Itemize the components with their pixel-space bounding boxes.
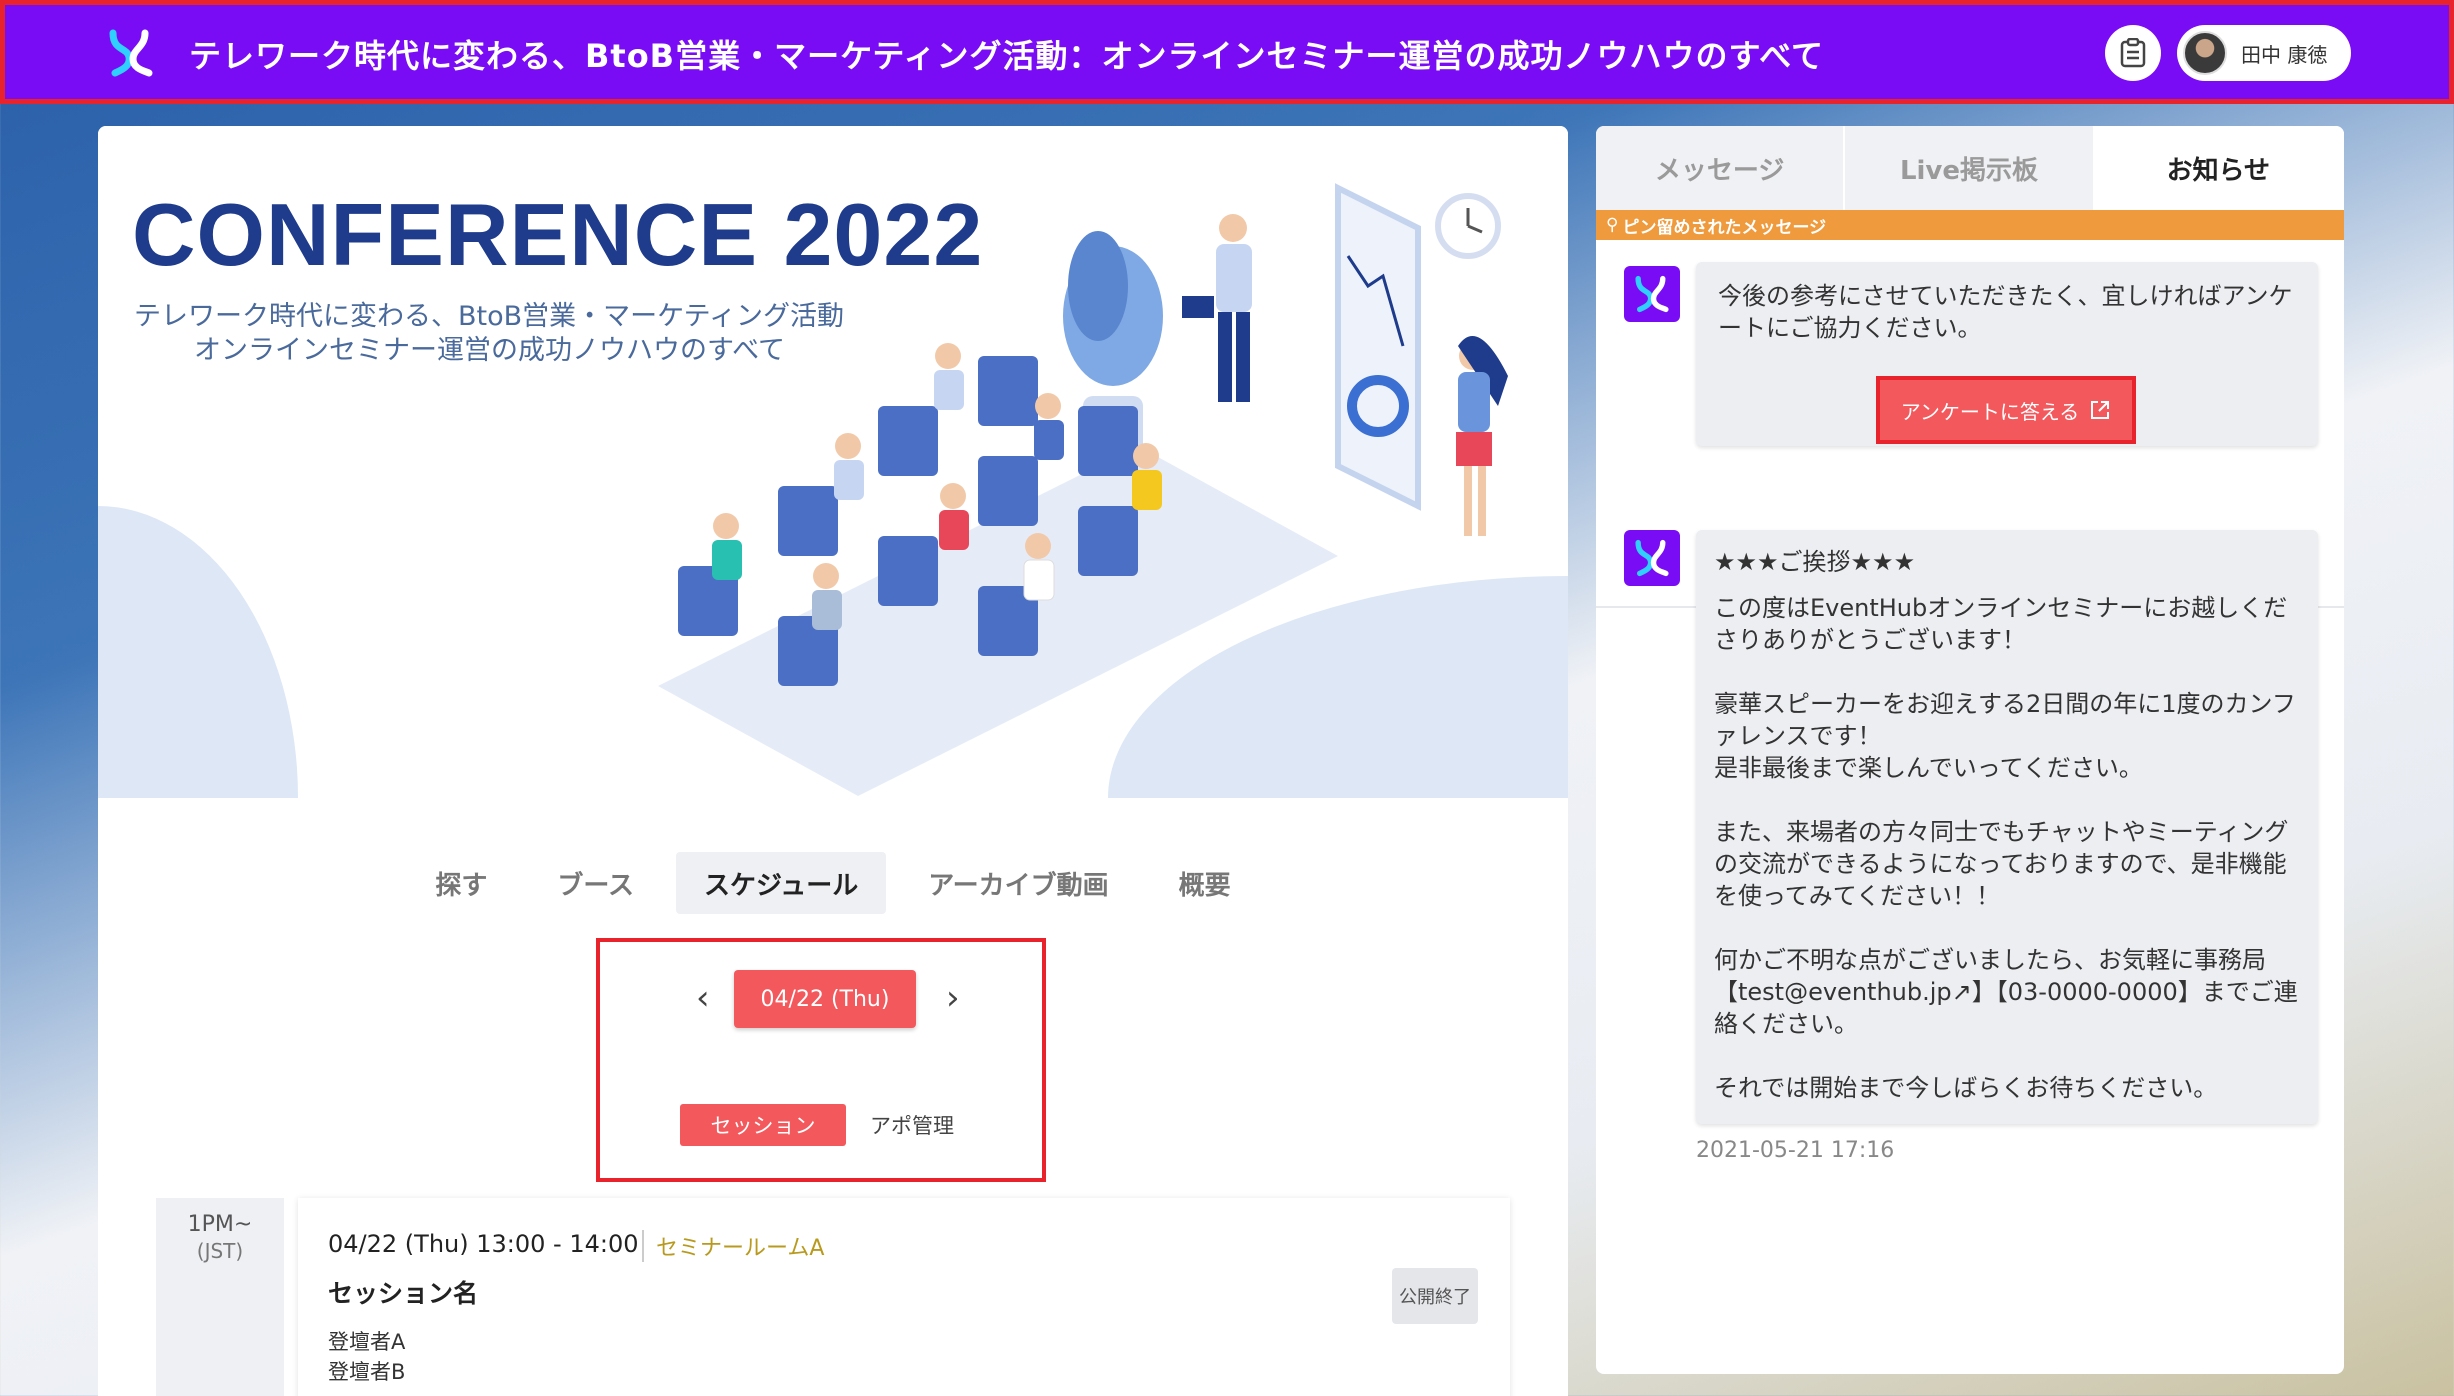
external-link-icon (2091, 401, 2110, 419)
side-tabs: メッセージ Live掲示板 お知らせ (1596, 126, 2344, 210)
pinned-message-bubble: 今後の参考にさせていただきたく、宜しければアンケートにご協力ください。 アンケー… (1696, 262, 2318, 446)
session-name: セッション名 (328, 1279, 479, 1308)
message-timestamp: 2021-05-21 17:16 (1696, 1138, 1895, 1163)
event-title: テレワーク時代に変わる、BtoB営業・マーケティング活動：オンラインセミナー運営… (189, 37, 1824, 75)
pin-icon: ⚲ (1606, 215, 1619, 235)
conference-illustration (658, 183, 1508, 796)
session-speaker: 登壇者A (328, 1330, 406, 1354)
session-speaker: 登壇者B (328, 1360, 406, 1384)
notice-message-bubble: ★★★ご挨拶★★★ この度はEventHubオンラインセミナーにお越しくださりあ… (1696, 530, 2318, 1124)
main-tabs: 探す ブース スケジュール アーカイブ動画 概要 (98, 852, 1568, 914)
side-panel: メッセージ Live掲示板 お知らせ ⚲ ピン留めされたメッセージ 今後の参考に… (1596, 126, 2344, 1374)
tab-booth[interactable]: ブース (529, 852, 662, 914)
date-selector-box: ‹ 04/22 (Thu) › セッション アポ管理 (596, 938, 1046, 1182)
user-menu-button[interactable]: 田中 康徳 (2177, 25, 2351, 81)
session-room: セミナールームA (642, 1230, 824, 1262)
session-time: 04/22 (Thu) 13:00 - 14:00 (328, 1230, 639, 1258)
session-status-badge: 公開終了 (1392, 1268, 1478, 1324)
time-slot-label: 1PM~ (JST) (156, 1198, 284, 1396)
clipboard-icon (2120, 38, 2146, 68)
chevron-right-icon[interactable]: › (946, 978, 960, 1018)
tab-archive-video[interactable]: アーカイブ動画 (900, 852, 1136, 914)
notice-title: ★★★ご挨拶★★★ (1714, 548, 1916, 576)
chevron-left-icon[interactable]: ‹ (696, 978, 710, 1018)
tab-schedule[interactable]: スケジュール (676, 852, 887, 914)
tab-live-board[interactable]: Live掲示板 (1845, 126, 2095, 210)
pinned-message-text: 今後の参考にさせていただきたく、宜しければアンケートにご協力ください。 (1718, 282, 2293, 342)
tab-overview[interactable]: 概要 (1151, 852, 1259, 914)
time-slot-time: 1PM~ (187, 1212, 253, 1237)
tab-search[interactable]: 探す (407, 852, 515, 914)
avatar (2183, 31, 2227, 75)
clipboard-button[interactable] (2105, 25, 2161, 81)
session-card[interactable]: 04/22 (Thu) 13:00 - 14:00 セミナールームA セッション… (298, 1198, 1510, 1396)
user-name: 田中 康徳 (2241, 42, 2328, 67)
eventhub-logo-icon[interactable] (105, 27, 157, 79)
notice-body: この度はEventHubオンラインセミナーにお越しくださりありがとうございます！… (1714, 594, 2298, 1102)
session-tab-button[interactable]: セッション (680, 1104, 846, 1146)
answer-survey-button[interactable]: アンケートに答える (1876, 376, 2136, 444)
survey-button-label: アンケートに答える (1900, 399, 2080, 424)
time-slot-timezone: (JST) (196, 1239, 244, 1263)
pinned-label: ピン留めされたメッセージ (1622, 217, 1827, 238)
tab-messages[interactable]: メッセージ (1596, 126, 1846, 210)
sender-logo-icon (1624, 530, 1680, 586)
top-header-bar: テレワーク時代に変わる、BtoB営業・マーケティング活動：オンラインセミナー運営… (0, 0, 2454, 104)
date-button[interactable]: 04/22 (Thu) (734, 970, 916, 1028)
pinned-message-bar: ⚲ ピン留めされたメッセージ (1596, 210, 2344, 240)
hero-banner: CONFERENCE 2022 テレワーク時代に変わる、BtoB営業・マーケティ… (98, 126, 1568, 798)
sender-logo-icon (1624, 266, 1680, 322)
tab-notices[interactable]: お知らせ (2094, 126, 2344, 210)
main-content-card: CONFERENCE 2022 テレワーク時代に変わる、BtoB営業・マーケティ… (98, 126, 1568, 1396)
hero-decoration (98, 506, 298, 798)
appointment-tab-button[interactable]: アポ管理 (870, 1104, 954, 1146)
